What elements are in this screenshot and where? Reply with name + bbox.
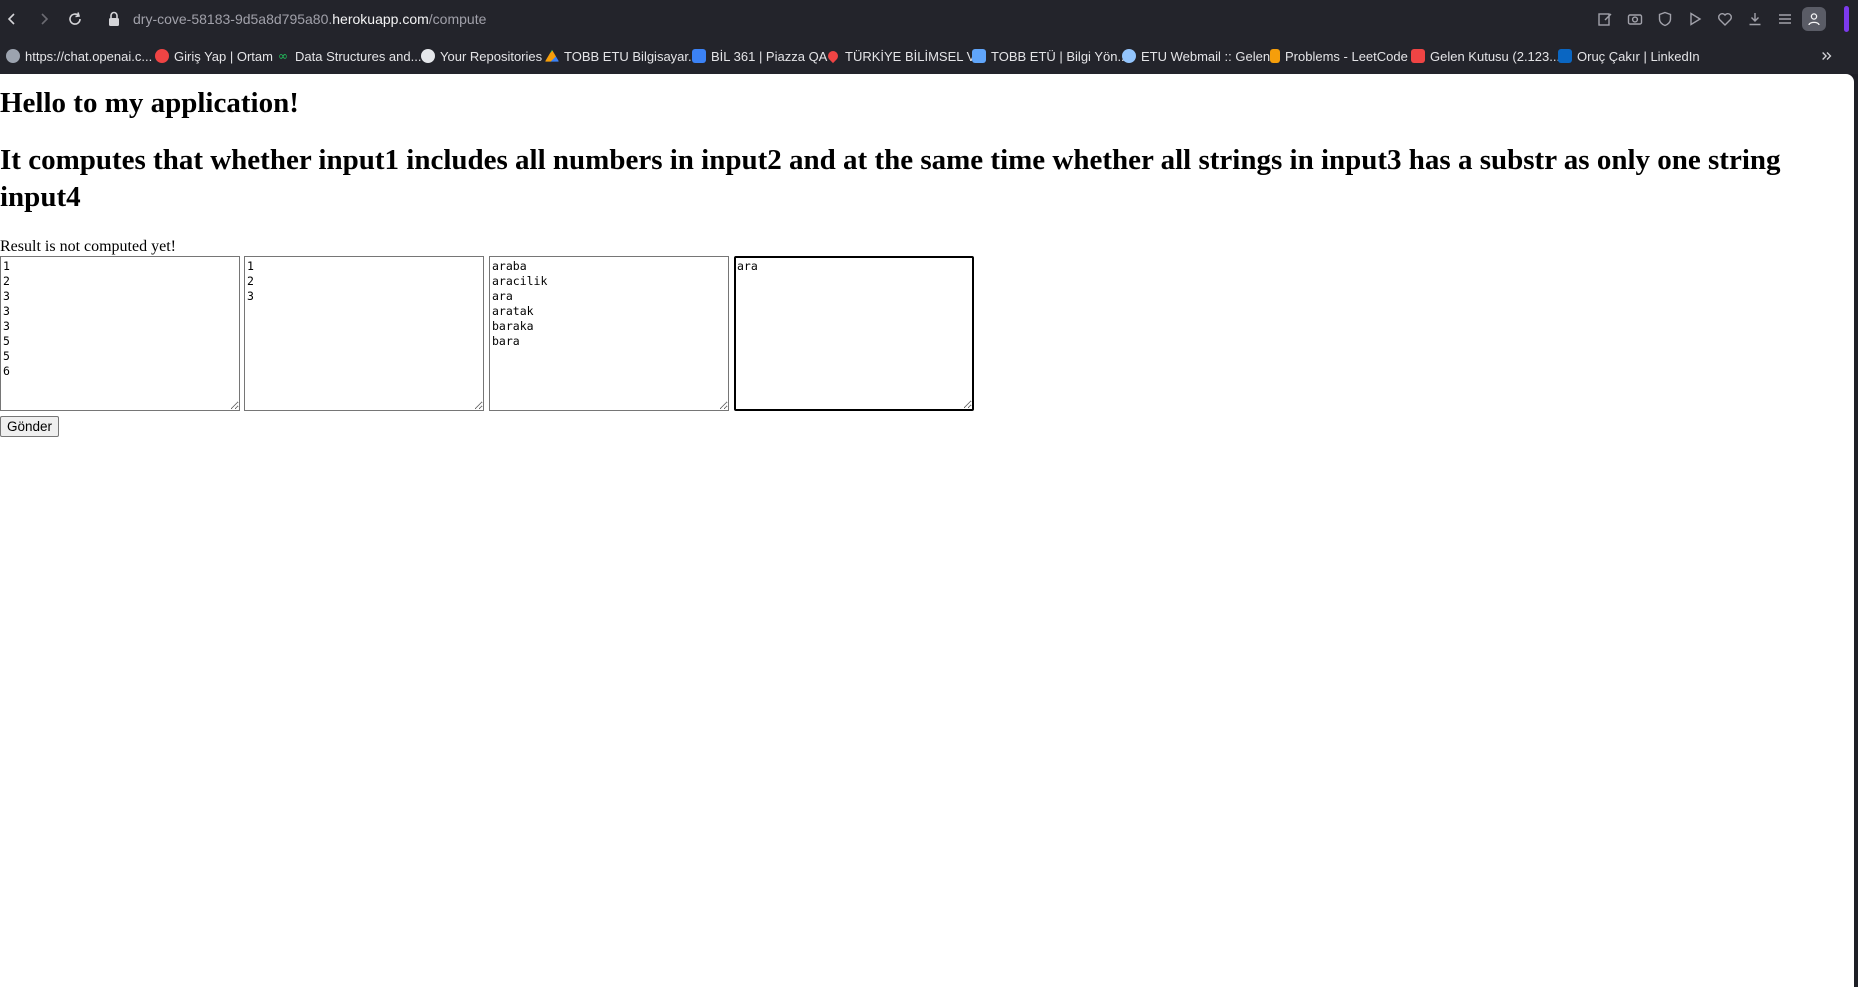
url-host: herokuapp.com (332, 11, 429, 27)
bookmark-gmail[interactable]: Gelen Kutusu (2.123... (1411, 47, 1560, 65)
leetcode-icon (1270, 49, 1280, 63)
input1-textarea[interactable]: 1 2 3 3 3 5 5 6 (0, 256, 240, 411)
bookmark-leetcode[interactable]: Problems - LeetCode (1270, 47, 1408, 65)
bookmark-linkedin[interactable]: Oruç Çakır | LinkedIn (1558, 47, 1700, 65)
profile-icon[interactable] (1802, 7, 1826, 31)
camera-icon[interactable] (1624, 8, 1646, 30)
bookmark-label: BİL 361 | Piazza QA (711, 48, 828, 64)
piazza-icon (692, 49, 706, 63)
menu-icon[interactable] (1774, 8, 1796, 30)
bookmark-data-structures[interactable]: ∞ Data Structures and... (276, 47, 421, 65)
webmail-icon (1122, 49, 1136, 63)
bookmark-tobb-bilgi-yon[interactable]: TOBB ETÜ | Bilgi Yön... (972, 47, 1128, 65)
bookmark-label: https://chat.openai.c... (25, 48, 153, 64)
result-text: Result is not computed yet! (0, 238, 176, 255)
input4-textarea[interactable]: ara (734, 256, 974, 411)
browser-toolbar: dry-cove-58183-9d5a8d795a80.herokuapp.co… (0, 0, 1858, 38)
bookmark-etu-webmail[interactable]: ETU Webmail :: Gelen (1122, 47, 1270, 65)
bookmark-tobb-etu-bilgisayar[interactable]: TOBB ETU Bilgisayar... (545, 47, 699, 65)
bookmark-piazza[interactable]: BİL 361 | Piazza QA (692, 47, 827, 65)
bookmark-label: Giriş Yap | Ortam (174, 48, 273, 64)
bookmark-label: TOBB ETÜ | Bilgi Yön... (991, 48, 1129, 64)
bookmark-label: ETU Webmail :: Gelen (1141, 48, 1271, 64)
bookmark-ortam[interactable]: Giriş Yap | Ortam (155, 47, 273, 65)
page-viewport: Hello to my application! It computes tha… (0, 74, 1854, 987)
bookmark-chat-openai[interactable]: https://chat.openai.c... (6, 47, 152, 65)
chevron-double-right-icon[interactable] (1818, 47, 1836, 65)
bookmark-label: Gelen Kutusu (2.123... (1430, 48, 1561, 64)
forward-icon[interactable] (32, 7, 56, 31)
bookmarks-bar: https://chat.openai.c... Giriş Yap | Ort… (0, 38, 1858, 74)
location-pin-icon (825, 48, 841, 64)
infinity-icon: ∞ (278, 49, 288, 63)
google-drive-icon (545, 49, 559, 62)
download-icon[interactable] (1744, 8, 1766, 30)
edit-icon[interactable] (1594, 8, 1616, 30)
page-description: It computes that whether input1 includes… (0, 144, 1781, 213)
address-bar[interactable]: dry-cove-58183-9d5a8d795a80.herokuapp.co… (133, 10, 486, 28)
back-icon[interactable] (0, 7, 24, 31)
url-prefix: dry-cove-58183-9d5a8d795a80. (133, 11, 333, 27)
page-title: Hello to my application! (0, 87, 299, 119)
bookmark-turkiye-bilimsel[interactable]: TÜRKİYE BİLİMSEL V... (825, 47, 985, 65)
input3-textarea[interactable]: araba aracilik ara aratak baraka bara (489, 256, 729, 411)
linkedin-icon (1558, 49, 1572, 63)
gmail-icon (1411, 49, 1425, 63)
submit-button[interactable]: Gönder (0, 416, 60, 437)
bookmark-label: Your Repositories (440, 48, 543, 64)
github-icon (421, 49, 435, 63)
bookmark-label: TOBB ETU Bilgisayar... (564, 48, 699, 64)
heart-icon[interactable] (1714, 8, 1736, 30)
url-path: /compute (428, 11, 487, 27)
bookmark-label: Oruç Çakır | LinkedIn (1577, 48, 1700, 64)
ortam-icon (155, 49, 169, 63)
input2-textarea[interactable]: 1 2 3 (244, 256, 484, 411)
tobb-icon (972, 49, 986, 63)
bookmark-your-repositories[interactable]: Your Repositories (421, 47, 542, 65)
shield-icon[interactable] (1654, 8, 1676, 30)
sidebar-accent-strip (1844, 6, 1849, 32)
bookmark-label: Problems - LeetCode (1285, 48, 1408, 64)
play-icon[interactable] (1684, 8, 1706, 30)
reload-icon[interactable] (63, 7, 87, 31)
openai-icon (6, 49, 20, 63)
lock-icon (106, 10, 122, 28)
bookmark-label: TÜRKİYE BİLİMSEL V... (845, 48, 985, 64)
bookmark-label: Data Structures and... (295, 48, 422, 64)
